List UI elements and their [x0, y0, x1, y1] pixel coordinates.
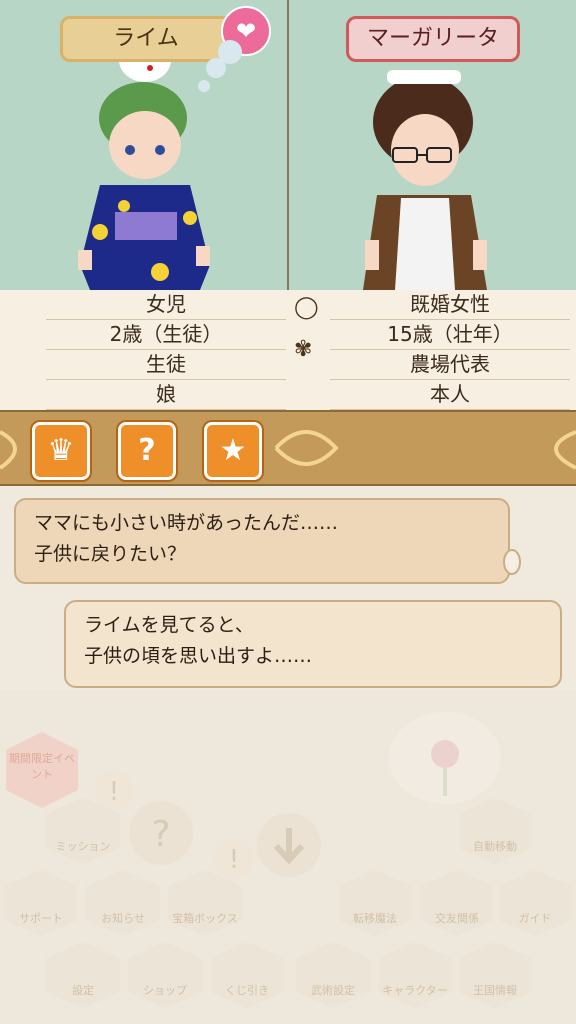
menu-character[interactable]: キャラクター: [376, 940, 454, 1010]
down-arrow-icon[interactable]: [254, 810, 324, 880]
menu-kingdom[interactable]: 王国情報: [456, 940, 534, 1010]
thought-bubble-icon: [198, 40, 242, 92]
left-info-column: 女児 2歳（生徒） 生徒 娘: [46, 290, 286, 410]
pin-icon: [503, 549, 521, 575]
right-info-job: 農場代表: [330, 350, 570, 380]
relationship-info-table: 女児 2歳（生徒） 生徒 娘 ◯ ✾ 既婚女性 15歳（壮年） 農場代表 本人: [0, 290, 576, 410]
menu-support[interactable]: サポート: [2, 868, 80, 938]
right-info-column: 既婚女性 15歳（壮年） 農場代表 本人: [330, 290, 570, 410]
svg-text:!: !: [109, 777, 119, 807]
ornament-middle: [274, 430, 339, 466]
right-character-name[interactable]: マーガリータ: [346, 16, 520, 62]
alert-icon: !: [214, 838, 254, 878]
menu-shop[interactable]: ショップ: [126, 940, 204, 1010]
menu-friends[interactable]: 交友関係: [418, 868, 496, 938]
dialogue-line: 子供の頃を思い出すよ……: [84, 645, 313, 667]
dialogue-line: 子供に戻りたい？: [34, 543, 187, 565]
ornament-right: [554, 430, 576, 470]
dialogue-bubble-left[interactable]: ママにも小さい時があったんだ…… 子供に戻りたい？: [14, 498, 510, 584]
left-info-age: 2歳（生徒）: [46, 320, 286, 350]
left-info-relation: 娘: [46, 380, 286, 410]
left-info-job: 生徒: [46, 350, 286, 380]
menu-news[interactable]: お知らせ: [84, 868, 162, 938]
flower-bubble-icon: [389, 712, 501, 804]
right-info-age: 15歳（壮年）: [330, 320, 570, 350]
menu-lottery[interactable]: くじ引き: [208, 940, 286, 1010]
menu-skills[interactable]: 武術設定: [294, 940, 372, 1010]
right-info-gender: 既婚女性: [330, 290, 570, 320]
ring-icon: ◯: [294, 295, 319, 320]
right-info-relation: 本人: [330, 380, 570, 410]
event-badge-label: 期間限定イベント: [9, 752, 75, 781]
menu-teleport[interactable]: 転移魔法: [336, 868, 414, 938]
dialogue-bubble-right[interactable]: ライムを見てると、 子供の頃を思い出すよ……: [64, 600, 562, 688]
alert-icon: !: [94, 770, 134, 810]
clothes-icon[interactable]: ♛: [32, 422, 90, 480]
background-menu: 期間限定イベント ミッション 自動移動 サポート お知らせ 宝箱ボックス 転移魔…: [0, 690, 576, 1024]
svg-text:?: ?: [151, 814, 170, 855]
menu-guide[interactable]: ガイド: [496, 868, 574, 938]
menu-settings[interactable]: 設定: [44, 940, 122, 1010]
question-bubble-icon[interactable]: ?: [126, 798, 196, 868]
question-icon[interactable]: ?: [118, 422, 176, 480]
wheat-icon: ✾: [294, 337, 313, 362]
dialogue-line: ライムを見てると、: [84, 614, 254, 636]
left-info-gender: 女児: [46, 290, 286, 320]
action-toolbar: ♛ ? ★: [0, 410, 576, 486]
dialogue-line: ママにも小さい時があったんだ……: [34, 512, 339, 534]
svg-text:!: !: [229, 845, 239, 875]
star-icon[interactable]: ★: [204, 422, 262, 480]
